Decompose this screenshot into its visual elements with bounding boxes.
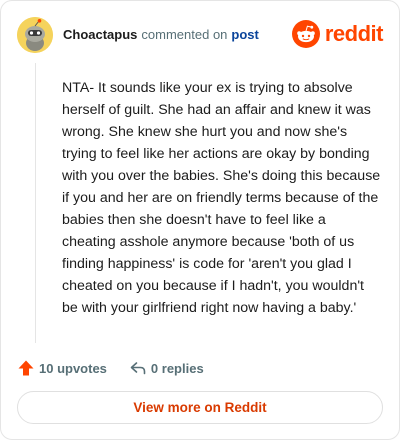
post-link[interactable]: post (231, 27, 258, 42)
view-more-button[interactable]: View more on Reddit (17, 391, 383, 424)
action-text: commented on (141, 27, 228, 42)
comment-header: Choactapus commented on post reddit (17, 17, 384, 53)
thread-line (35, 63, 36, 343)
upvote-button[interactable]: 10 upvotes (17, 359, 107, 377)
reply-arrow-icon (130, 362, 146, 375)
reddit-wordmark: reddit (324, 21, 384, 46)
comment-body: NTA- It sounds like your ex is trying to… (62, 80, 381, 316)
byline: Choactapus commented on post (63, 27, 259, 43)
snoo-avatar-icon (17, 17, 53, 53)
upvote-count: 10 upvotes (39, 360, 107, 376)
reply-count: 0 replies (150, 360, 204, 376)
comment-embed-card: Choactapus commented on post reddit NTA- I… (0, 0, 400, 440)
upvote-arrow-icon (18, 360, 34, 376)
user-avatar[interactable] (17, 17, 53, 53)
reddit-logo-icon (291, 20, 320, 48)
replies-button[interactable]: 0 replies (129, 359, 204, 377)
username-link[interactable]: Choactapus (63, 27, 137, 42)
comment-actions: 10 upvotes 0 replies (17, 358, 204, 378)
reddit-logo[interactable]: reddit (291, 19, 384, 49)
